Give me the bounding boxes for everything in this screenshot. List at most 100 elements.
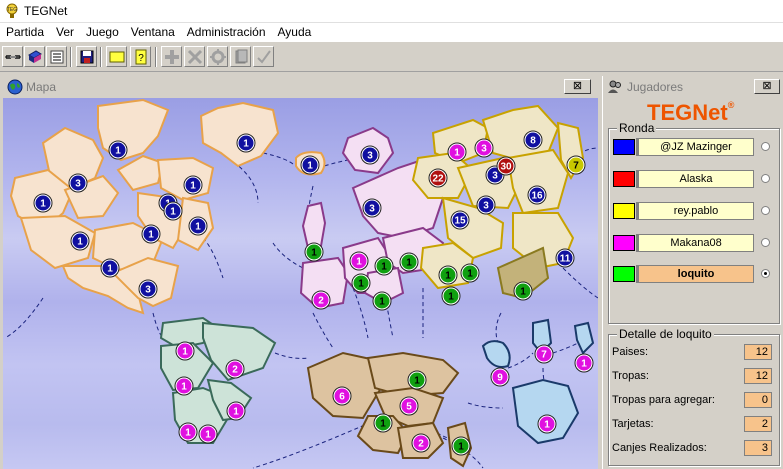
army-marker-blue[interactable]: 11 xyxy=(555,248,575,268)
stat-value: 0 xyxy=(744,392,772,408)
army-marker-blue[interactable]: 3 xyxy=(68,173,88,193)
connect-button[interactable] xyxy=(2,46,23,67)
army-marker-green[interactable]: 1 xyxy=(373,413,393,433)
army-count: 1 xyxy=(414,376,420,387)
army-marker-green[interactable]: 1 xyxy=(399,252,419,272)
card-yellow-button[interactable] xyxy=(106,46,127,67)
army-marker-magenta[interactable]: 1 xyxy=(198,424,218,444)
army-marker-green[interactable]: 1 xyxy=(513,281,533,301)
army-marker-blue[interactable]: 3 xyxy=(138,279,158,299)
cards-icon xyxy=(235,49,248,64)
army-marker-green[interactable]: 1 xyxy=(372,291,392,311)
army-marker-green[interactable]: 1 xyxy=(374,256,394,276)
army-marker-green[interactable]: 1 xyxy=(451,436,471,456)
army-marker-blue[interactable]: 1 xyxy=(100,258,120,278)
army-marker-green[interactable]: 1 xyxy=(460,263,480,283)
army-marker-blue[interactable]: 1 xyxy=(108,140,128,160)
army-marker-magenta[interactable]: 3 xyxy=(474,138,494,158)
army-marker-magenta[interactable]: 1 xyxy=(178,422,198,442)
army-marker-blue[interactable]: 1 xyxy=(183,175,203,195)
army-marker-magenta[interactable]: 1 xyxy=(175,341,195,361)
army-marker-magenta[interactable]: 2 xyxy=(311,290,331,310)
list-button[interactable] xyxy=(46,46,67,67)
army-marker-green[interactable]: 1 xyxy=(438,265,458,285)
army-marker-magenta[interactable]: 1 xyxy=(447,142,467,162)
cards-button[interactable] xyxy=(230,46,251,67)
army-marker-magenta[interactable]: 5 xyxy=(399,396,419,416)
list-icon xyxy=(50,50,64,64)
army-marker-blue[interactable]: 1 xyxy=(70,231,90,251)
army-marker-magenta[interactable]: 1 xyxy=(174,376,194,396)
army-marker-magenta[interactable]: 1 xyxy=(226,401,246,421)
stat-value: 12 xyxy=(744,344,772,360)
menu-ventana[interactable]: Ventana xyxy=(125,23,181,41)
army-count: 1 xyxy=(406,258,412,269)
army-marker-green[interactable]: 1 xyxy=(351,273,371,293)
army-marker-blue[interactable]: 1 xyxy=(141,224,161,244)
army-count: 1 xyxy=(181,382,187,393)
army-marker-green[interactable]: 1 xyxy=(441,286,461,306)
player-row[interactable]: Alaska xyxy=(613,169,778,189)
army-marker-red[interactable]: 30 xyxy=(496,156,516,176)
player-row-selected[interactable]: loquito xyxy=(613,264,778,284)
player-radio[interactable] xyxy=(761,238,770,247)
card-question-button[interactable]: ? xyxy=(130,46,151,67)
map-window: Mapa ⊠ 1 1 1 3 1 1 1 1 1 1 3 1 3 3 15 3 … xyxy=(2,76,598,469)
player-radio[interactable] xyxy=(761,142,770,151)
army-marker-blue[interactable]: 1 xyxy=(33,193,53,213)
menu-ver[interactable]: Ver xyxy=(50,23,80,41)
player-row[interactable]: Makana08 xyxy=(613,233,778,253)
player-radio[interactable] xyxy=(761,174,770,183)
army-marker-blue[interactable]: 1 xyxy=(300,155,320,175)
army-marker-magenta[interactable]: 2 xyxy=(411,433,431,453)
map-close-button[interactable]: ⊠ xyxy=(564,79,591,94)
army-marker-magenta[interactable]: 7 xyxy=(534,344,554,364)
army-marker-blue[interactable]: 3 xyxy=(362,198,382,218)
player-color-swatch xyxy=(613,171,635,187)
player-row[interactable]: @JZ Mazinger xyxy=(613,137,778,157)
army-marker-blue[interactable]: 16 xyxy=(527,185,547,205)
army-marker-green[interactable]: 1 xyxy=(304,242,324,262)
army-marker-blue[interactable]: 1 xyxy=(236,133,256,153)
army-marker-magenta[interactable]: 1 xyxy=(537,414,557,434)
army-marker-magenta[interactable]: 9 xyxy=(490,367,510,387)
army-count: 5 xyxy=(406,402,412,413)
regroup-button[interactable] xyxy=(207,46,228,67)
army-marker-blue[interactable]: 3 xyxy=(360,145,380,165)
army-count: 11 xyxy=(560,254,571,265)
army-count: 1 xyxy=(182,347,188,358)
army-marker-red[interactable]: 22 xyxy=(428,168,448,188)
menu-juego[interactable]: Juego xyxy=(80,23,125,41)
add-armies-button[interactable] xyxy=(161,46,182,67)
army-marker-blue[interactable]: 15 xyxy=(450,210,470,230)
player-color-swatch xyxy=(613,139,635,155)
stat-row-tropas-agregar: Tropas para agregar: 0 xyxy=(612,392,772,410)
army-marker-blue[interactable]: 3 xyxy=(476,195,496,215)
army-count: 7 xyxy=(541,350,547,361)
army-marker-yellow[interactable]: 7 xyxy=(566,155,586,175)
attack-button[interactable] xyxy=(184,46,205,67)
player-radio-selected[interactable] xyxy=(761,269,770,278)
army-marker-magenta[interactable]: 6 xyxy=(332,386,352,406)
army-count: 1 xyxy=(233,407,239,418)
window-titlebar: TEG TEGNet xyxy=(0,0,783,23)
army-marker-green[interactable]: 1 xyxy=(407,370,427,390)
army-marker-magenta[interactable]: 2 xyxy=(225,359,245,379)
player-radio[interactable] xyxy=(761,206,770,215)
players-close-button[interactable]: ⊠ xyxy=(754,79,780,94)
menu-administracion[interactable]: Administración xyxy=(181,23,272,41)
army-count: 16 xyxy=(531,191,543,202)
teg-app-icon: TEG xyxy=(6,3,18,18)
menu-partida[interactable]: Partida xyxy=(0,23,50,41)
player-row[interactable]: rey.pablo xyxy=(613,201,778,221)
army-marker-blue[interactable]: 1 xyxy=(188,216,208,236)
army-marker-blue[interactable]: 8 xyxy=(523,130,543,150)
army-marker-magenta[interactable]: 1 xyxy=(574,353,594,373)
army-marker-magenta[interactable]: 1 xyxy=(349,251,369,271)
save-button[interactable] xyxy=(76,46,97,67)
server-button[interactable] xyxy=(24,46,45,67)
menu-ayuda[interactable]: Ayuda xyxy=(272,23,318,41)
army-marker-blue[interactable]: 1 xyxy=(163,201,183,221)
done-button[interactable] xyxy=(253,46,274,67)
world-map[interactable]: 1113111111131331533816111322307111112111… xyxy=(3,98,598,469)
